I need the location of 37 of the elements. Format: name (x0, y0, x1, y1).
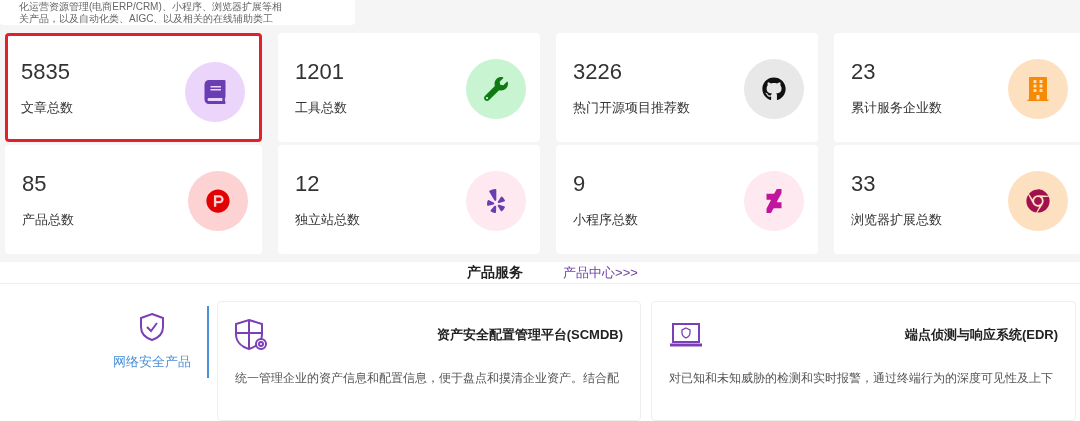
stat-label: 工具总数 (295, 99, 347, 117)
stat-label: 热门开源项目推荐数 (573, 99, 690, 117)
burst-icon (484, 189, 508, 213)
stat-value: 33 (851, 170, 877, 198)
category-tab[interactable]: 网络安全产品 (105, 306, 209, 378)
stat-label: 文章总数 (21, 99, 73, 117)
letter-p-icon (206, 189, 230, 213)
stat-label: 浏览器扩展总数 (851, 211, 942, 229)
stat-value: 1201 (295, 58, 345, 86)
shield-check-icon (139, 312, 165, 342)
stat-value: 23 (851, 58, 877, 86)
product-description: 统一管理企业的资产信息和配置信息，便于盘点和摸清企业资产。结合配 (235, 370, 620, 387)
cat-logo-icon (762, 77, 786, 101)
section-title: 产品服务 (467, 263, 524, 282)
product-title: 端点侦测与响应系统(EDR) (904, 326, 1058, 345)
intro-text: 关产品，以及自动化类、AIGC、以及相关的在线辅助类工 (19, 13, 275, 25)
stat-value: 12 (295, 170, 321, 198)
product-title: 资产安全配置管理平台(SCMDB) (436, 326, 623, 345)
stat-label: 累计服务企业数 (851, 99, 942, 117)
book-icon (203, 80, 227, 104)
laptop-shield-icon (669, 323, 703, 347)
product-description: 对已知和未知威胁的检测和实时报警，通过终端行为的深度可见性及上下 (669, 370, 1054, 387)
shield-gear-icon (235, 318, 269, 352)
product-card[interactable]: 端点侦测与响应系统(EDR) 对已知和未知威胁的检测和实时报警，通过终端行为的深度可见性及上下 (651, 301, 1076, 421)
stat-value: 85 (22, 170, 48, 198)
stat-value: 3226 (573, 58, 623, 86)
product-card[interactable]: 资产安全配置管理平台(SCMDB) 统一管理企业的资产信息和配置信息，便于盘点和摸清企业资产。结合配 (217, 301, 641, 421)
product-center-link[interactable]: 产品中心>>> (563, 262, 638, 283)
stat-label: 独立站总数 (295, 211, 360, 229)
browser-icon (1026, 189, 1050, 213)
stat-label: 小程序总数 (573, 211, 638, 229)
intro-text: 化运营资源管理(电商ERP/CRM)、小程序、浏览器扩展等相 (19, 1, 283, 13)
wrench-icon (484, 77, 508, 101)
stat-label: 产品总数 (22, 211, 74, 229)
building-icon (1026, 77, 1050, 101)
stat-value: 5835 (21, 58, 71, 86)
stat-value: 9 (573, 170, 587, 198)
